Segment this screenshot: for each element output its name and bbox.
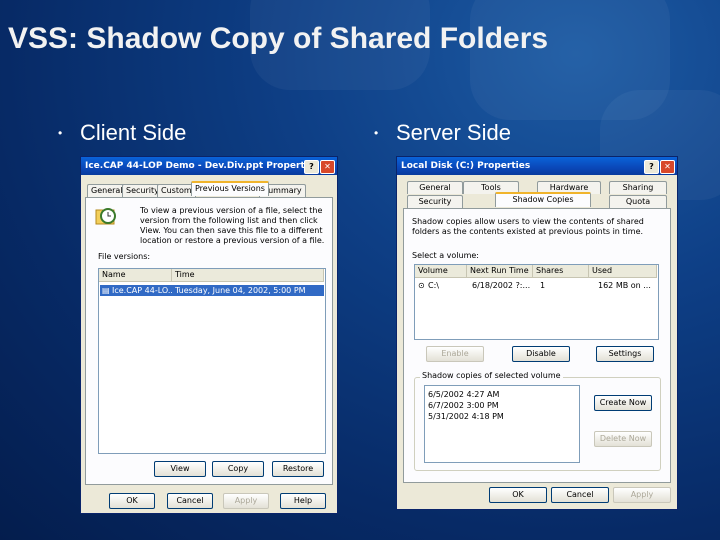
cancel-button[interactable]: Cancel — [167, 493, 213, 509]
apply-button: Apply — [223, 493, 269, 509]
tab-panel: Shadow copies allow users to view the co… — [403, 208, 671, 483]
enable-button: Enable — [426, 346, 484, 362]
help-icon[interactable]: ? — [644, 160, 659, 174]
tab-previous-versions[interactable]: Previous Versions — [191, 181, 269, 196]
window-title: Ice.CAP 44-LOP Demo - Dev.Div.ppt Proper… — [85, 161, 320, 171]
apply-button: Apply — [613, 487, 671, 503]
description-text: To view a previous version of a file, se… — [140, 206, 325, 245]
row-used: 162 MB on ... — [598, 281, 651, 290]
disable-button[interactable]: Disable — [512, 346, 570, 362]
bullet-text: Server Side — [396, 120, 511, 145]
shadow-copies-label: Shadow copies of selected volume — [420, 371, 563, 380]
file-versions-label: File versions: — [98, 252, 151, 261]
file-version-row[interactable]: ▤ Ice.CAP 44-LO... Tuesday, June 04, 200… — [100, 285, 324, 296]
shadow-copy-item[interactable]: 5/31/2002 4:18 PM — [428, 411, 578, 422]
column-header-shares[interactable]: Shares — [533, 265, 589, 278]
close-icon[interactable]: ✕ — [660, 160, 675, 174]
ok-button[interactable]: OK — [489, 487, 547, 503]
row-time: Tuesday, June 04, 2002, 5:00 PM — [175, 286, 306, 295]
client-properties-window: Ice.CAP 44-LOP Demo - Dev.Div.ppt Proper… — [80, 156, 338, 514]
window-title: Local Disk (C:) Properties — [401, 161, 531, 171]
column-header-time[interactable]: Time — [172, 269, 324, 282]
row-next-run: 6/18/2002 ?:... — [472, 281, 531, 290]
row-shares: 1 — [540, 281, 546, 290]
column-header-volume[interactable]: Volume — [415, 265, 467, 278]
tab-sharing[interactable]: Sharing — [609, 181, 667, 194]
close-icon[interactable]: ✕ — [320, 160, 335, 174]
slide-title: VSS: Shadow Copy of Shared Folders — [8, 22, 549, 55]
column-header-next-run-time[interactable]: Next Run Time — [467, 265, 533, 278]
view-button[interactable]: View — [154, 461, 206, 477]
tab-security[interactable]: Security — [407, 195, 463, 208]
clock-folder-icon — [95, 208, 116, 225]
title-bar: Local Disk (C:) Properties ? ✕ — [397, 157, 677, 175]
help-icon[interactable]: ? — [304, 160, 319, 174]
tab-general[interactable]: General — [87, 184, 127, 197]
select-volume-label: Select a volume: — [412, 251, 479, 260]
shadow-copy-item[interactable]: 6/5/2002 4:27 AM — [428, 389, 578, 400]
restore-button[interactable]: Restore — [272, 461, 324, 477]
file-versions-list[interactable]: Name Time ▤ Ice.CAP 44-LO... Tuesday, Ju… — [98, 268, 326, 454]
drive-icon: ⊙ — [418, 281, 425, 290]
tab-shadow-copies[interactable]: Shadow Copies — [495, 192, 591, 207]
server-properties-window: Local Disk (C:) Properties ? ✕ General T… — [396, 156, 678, 510]
ok-button[interactable]: OK — [109, 493, 155, 509]
shadow-copy-item[interactable]: 6/7/2002 3:00 PM — [428, 400, 578, 411]
settings-button[interactable]: Settings — [596, 346, 654, 362]
description-text: Shadow copies allow users to view the co… — [412, 217, 644, 236]
create-now-button[interactable]: Create Now — [594, 395, 652, 411]
cancel-button[interactable]: Cancel — [551, 487, 609, 503]
tab-quota[interactable]: Quota — [609, 195, 667, 208]
volume-row[interactable]: ⊙ C:\ 6/18/2002 ?:... 1 162 MB on ... — [416, 280, 657, 291]
tab-custom[interactable]: Custom — [157, 184, 196, 197]
tab-general[interactable]: General — [407, 181, 463, 194]
row-name: Ice.CAP 44-LO... — [112, 286, 172, 295]
bullet-dot: • — [58, 126, 63, 140]
column-header-name[interactable]: Name — [99, 269, 172, 282]
delete-now-button: Delete Now — [594, 431, 652, 447]
bullet-text: Client Side — [80, 120, 187, 145]
file-icon: ▤ — [102, 286, 110, 295]
row-volume: C:\ — [428, 281, 439, 290]
bullet-dot: • — [374, 126, 379, 140]
shadow-copies-list[interactable]: 6/5/2002 4:27 AM 6/7/2002 3:00 PM 5/31/2… — [424, 385, 580, 463]
column-header-used[interactable]: Used — [589, 265, 657, 278]
volume-list[interactable]: Volume Next Run Time Shares Used ⊙ C:\ 6… — [414, 264, 659, 340]
title-bar: Ice.CAP 44-LOP Demo - Dev.Div.ppt Proper… — [81, 157, 337, 175]
help-button[interactable]: Help — [280, 493, 326, 509]
tab-panel: To view a previous version of a file, se… — [85, 197, 333, 485]
copy-button[interactable]: Copy — [212, 461, 264, 477]
